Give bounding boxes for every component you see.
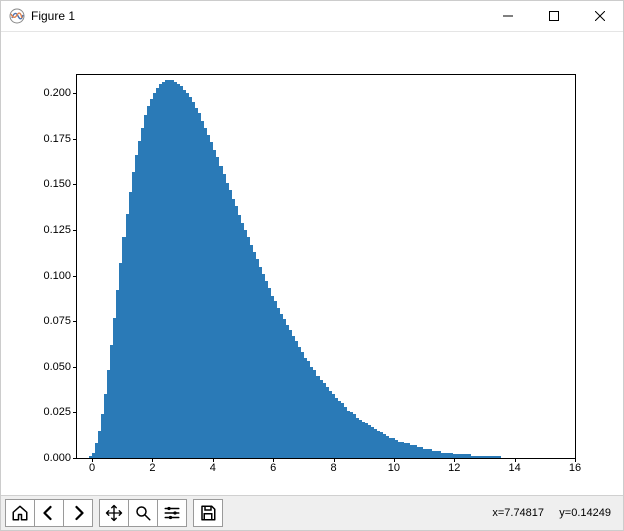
y-tick-label: 0.025 xyxy=(43,406,77,418)
window-title: Figure 1 xyxy=(31,9,75,23)
y-tick-label: 0.075 xyxy=(43,315,77,327)
y-tick-label: 0.200 xyxy=(43,87,77,99)
plot-canvas[interactable]: 0.000 0.025 0.050 0.075 0.100 0.125 0.150 0.175… xyxy=(1,32,623,495)
minimize-button[interactable] xyxy=(485,1,531,31)
axes-box: 0.0000.0250.0500.0750.1000.1250.1500.175… xyxy=(76,74,576,459)
y-tick-label: 0.175 xyxy=(43,133,77,145)
forward-button[interactable] xyxy=(64,500,92,526)
save-button[interactable] xyxy=(194,500,222,526)
y-tick-label: 0.125 xyxy=(43,224,77,236)
navigation-toolbar: x=7.74817 y=0.14249 xyxy=(1,495,623,530)
pan-button[interactable] xyxy=(100,500,129,526)
y-tick-label: 0.050 xyxy=(43,361,77,373)
y-tick-label: 0.000 xyxy=(43,452,77,464)
zoom-button[interactable] xyxy=(129,500,158,526)
histogram-bar xyxy=(498,456,501,458)
titlebar[interactable]: Figure 1 xyxy=(1,1,623,32)
back-button[interactable] xyxy=(35,500,64,526)
cursor-coordinates: x=7.74817 y=0.14249 xyxy=(492,507,619,519)
figure-window: Figure 1 0.000 0.025 0.050 0.075 0.100 0.125 0… xyxy=(0,0,624,531)
histogram-bars xyxy=(77,75,575,458)
close-button[interactable] xyxy=(577,1,623,31)
y-tick-label: 0.100 xyxy=(43,270,77,282)
y-tick-label: 0.150 xyxy=(43,178,77,190)
home-button[interactable] xyxy=(6,500,35,526)
maximize-button[interactable] xyxy=(531,1,577,31)
configure-subplots-button[interactable] xyxy=(158,500,186,526)
app-icon xyxy=(9,8,25,24)
